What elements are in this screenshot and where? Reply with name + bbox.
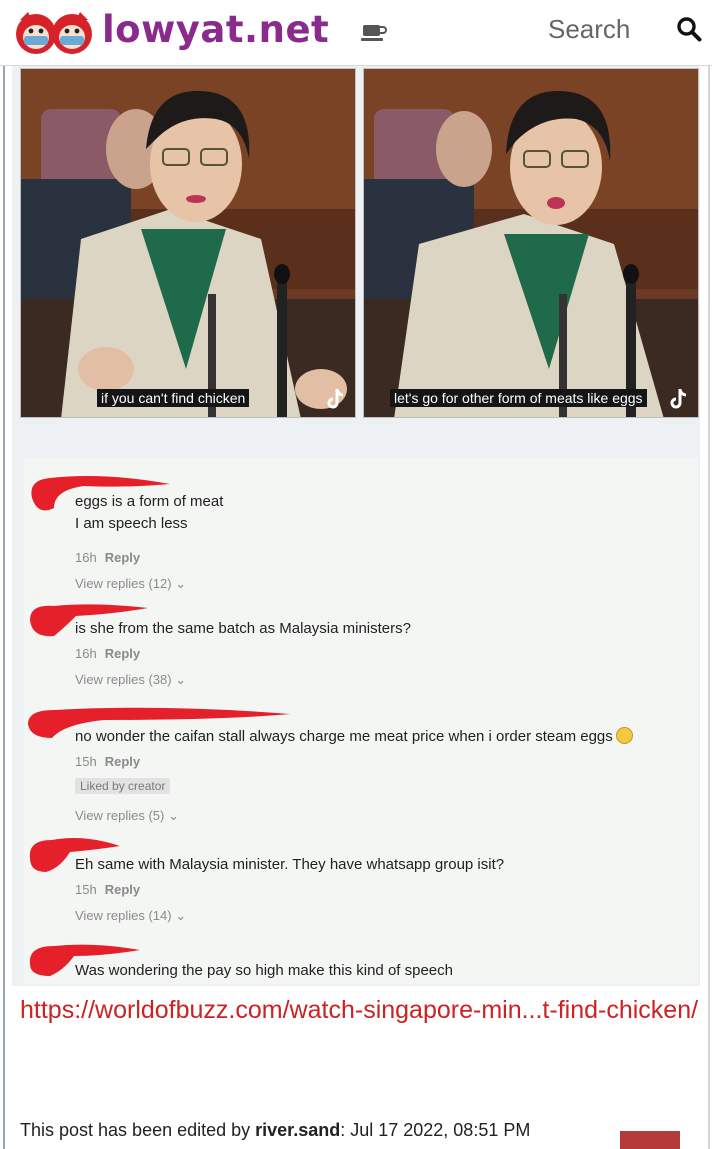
comment-text: is she from the same batch as Malaysia m…	[75, 620, 411, 637]
reply-button[interactable]: Reply	[105, 646, 140, 661]
edited-note: This post has been edited by river.sand:…	[20, 1120, 531, 1140]
comment-time: 15h	[75, 754, 97, 769]
comment-text: I am speech less	[75, 515, 188, 532]
comment-text: no wonder the caifan stall always charge…	[75, 726, 633, 748]
site-header: lowyat.net Search	[0, 0, 712, 66]
logo-mascot-icon[interactable]	[14, 6, 96, 60]
view-replies-button[interactable]: View replies (38) ⌄	[75, 672, 186, 688]
editor-username[interactable]: river.sand	[255, 1120, 340, 1140]
video-still-2	[364, 69, 698, 417]
reply-button[interactable]: Reply	[105, 754, 140, 769]
comment-item: Eh same with Malaysia minister. They hav…	[24, 832, 698, 932]
article-link[interactable]: https://worldofbuzz.com/watch-singapore-…	[20, 990, 700, 1031]
coffee-cup-icon[interactable]	[360, 20, 388, 44]
video-frame-1: if you can't find chicken	[20, 68, 356, 418]
grimacing-emoji-icon	[615, 727, 633, 744]
video-caption-1: if you can't find chicken	[97, 389, 250, 407]
comment-meta: 15h Reply	[75, 754, 140, 769]
post-left-border	[3, 66, 5, 1149]
liked-by-creator-badge: Liked by creator	[75, 778, 171, 794]
chevron-down-icon: ⌄	[167, 808, 179, 823]
search-label[interactable]: Search	[548, 14, 630, 45]
comment-time: 16h	[75, 646, 97, 661]
tiktok-logo-icon	[670, 389, 687, 409]
comment-item: eggs is a form of meat I am speech less …	[24, 468, 698, 591]
search-icon[interactable]	[676, 16, 702, 42]
chevron-down-icon: ⌄	[175, 908, 187, 923]
reply-button[interactable]: Reply	[105, 550, 140, 565]
reply-button[interactable]: Reply	[105, 882, 140, 897]
comment-text: Eh same with Malaysia minister. They hav…	[75, 856, 505, 873]
comment-meta: 15h Reply	[75, 882, 140, 897]
comment-item: is she from the same batch as Malaysia m…	[24, 598, 698, 698]
logo-text[interactable]: lowyat.net	[102, 8, 329, 51]
post-right-border	[708, 66, 710, 1149]
comment-time: 16h	[75, 550, 97, 565]
video-caption-2: let's go for other form of meats like eg…	[390, 389, 647, 407]
chevron-down-icon: ⌄	[175, 672, 187, 687]
video-frame-2: let's go for other form of meats like eg…	[363, 68, 699, 418]
view-replies-button[interactable]: View replies (12) ⌄	[75, 576, 186, 592]
comment-text: eggs is a form of meat	[75, 493, 224, 510]
chevron-down-icon: ⌄	[175, 576, 187, 591]
comment-item: Was wondering the pay so high make this …	[24, 940, 698, 980]
view-replies-button[interactable]: View replies (14) ⌄	[75, 908, 186, 924]
comment-meta: 16h Reply	[75, 646, 140, 661]
video-still-1	[21, 69, 355, 417]
view-replies-button[interactable]: View replies (5) ⌄	[75, 808, 179, 824]
comment-item: no wonder the caifan stall always charge…	[24, 704, 698, 830]
comment-time: 15h	[75, 882, 97, 897]
comment-list: eggs is a form of meat I am speech less …	[24, 458, 698, 984]
comment-meta: 16h Reply	[75, 550, 140, 565]
quote-button[interactable]	[620, 1131, 680, 1149]
comment-text: Was wondering the pay so high make this …	[75, 962, 453, 979]
tiktok-logo-icon	[327, 389, 344, 409]
